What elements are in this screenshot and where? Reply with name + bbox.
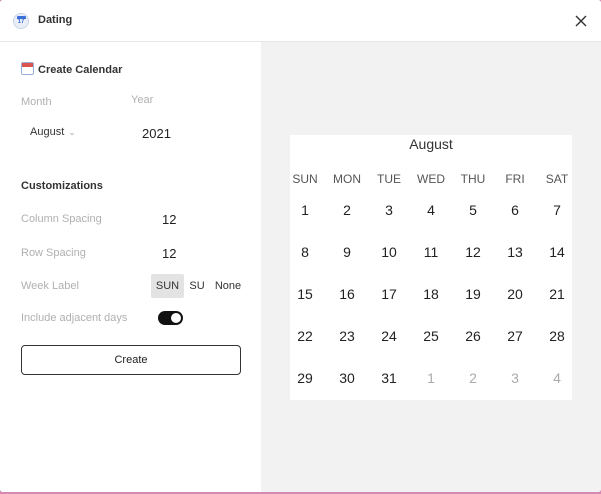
- weekday-header: TUE: [377, 172, 401, 186]
- year-input[interactable]: 2021: [142, 126, 171, 141]
- calendar-month-title: August: [409, 136, 453, 152]
- column-spacing-input[interactable]: 12: [162, 212, 176, 227]
- close-icon: [575, 15, 587, 27]
- day-cell[interactable]: 3: [369, 202, 409, 218]
- day-cell[interactable]: 12: [453, 244, 493, 260]
- day-cell[interactable]: 15: [285, 286, 325, 302]
- settings-panel: Create Calendar Month Year August ⌄ 2021 …: [0, 42, 261, 492]
- day-cell[interactable]: 22: [285, 328, 325, 344]
- day-cell[interactable]: 13: [495, 244, 535, 260]
- weekday-header: MON: [333, 172, 361, 186]
- day-cell[interactable]: 23: [327, 328, 367, 344]
- heading-text: Create Calendar: [38, 64, 123, 76]
- adjacent-days-toggle[interactable]: [158, 311, 183, 325]
- day-cell[interactable]: 27: [495, 328, 535, 344]
- weekday-header: THU: [460, 172, 486, 186]
- day-cell[interactable]: 8: [285, 244, 325, 260]
- adjacent-day-cell[interactable]: 2: [453, 370, 493, 386]
- day-cell[interactable]: 26: [453, 328, 493, 344]
- chevron-down-icon: ⌄: [68, 127, 76, 137]
- close-button[interactable]: [572, 12, 590, 30]
- day-cell[interactable]: 11: [411, 244, 451, 260]
- day-cell[interactable]: 28: [537, 328, 577, 344]
- day-cell[interactable]: 18: [411, 286, 451, 302]
- day-cell[interactable]: 24: [369, 328, 409, 344]
- day-cell[interactable]: 20: [495, 286, 535, 302]
- week-label-option-sun[interactable]: SUN: [151, 274, 184, 298]
- weekday-header: SAT: [545, 172, 569, 186]
- weekday-header: FRI: [505, 172, 525, 186]
- week-label-option-none[interactable]: None: [212, 274, 244, 298]
- day-cell[interactable]: 30: [327, 370, 367, 386]
- adjacent-day-cell[interactable]: 4: [537, 370, 577, 386]
- week-label-option-su[interactable]: SU: [186, 274, 208, 298]
- day-cell[interactable]: 4: [411, 202, 451, 218]
- toggle-knob: [171, 313, 181, 323]
- day-cell[interactable]: 16: [327, 286, 367, 302]
- day-cell[interactable]: 9: [327, 244, 367, 260]
- app-icon-text: 17: [17, 19, 25, 25]
- day-cell[interactable]: 25: [411, 328, 451, 344]
- month-select[interactable]: August ⌄: [30, 126, 76, 138]
- adjacent-day-cell[interactable]: 1: [411, 370, 451, 386]
- day-cell[interactable]: 29: [285, 370, 325, 386]
- adjacent-day-cell[interactable]: 3: [495, 370, 535, 386]
- day-cell[interactable]: 2: [327, 202, 367, 218]
- day-cell[interactable]: 6: [495, 202, 535, 218]
- calendar-app-icon: 17: [13, 13, 29, 29]
- weekday-header: WED: [417, 172, 445, 186]
- row-spacing-label: Row Spacing: [21, 247, 86, 259]
- title-bar: 17 Dating: [0, 0, 601, 42]
- month-select-value: August: [30, 126, 65, 138]
- day-cell[interactable]: 14: [537, 244, 577, 260]
- month-label: Month: [21, 96, 52, 108]
- day-cell[interactable]: 5: [453, 202, 493, 218]
- day-cell[interactable]: 31: [369, 370, 409, 386]
- customizations-heading: Customizations: [21, 180, 103, 192]
- create-calendar-heading: Create Calendar: [21, 62, 122, 76]
- day-cell[interactable]: 17: [369, 286, 409, 302]
- day-cell[interactable]: 10: [369, 244, 409, 260]
- year-label: Year: [131, 94, 154, 106]
- day-cell[interactable]: 1: [285, 202, 325, 218]
- app-window: 17 Dating Create Calendar Month Year Aug…: [0, 0, 601, 492]
- calendar-icon: [21, 62, 34, 75]
- adjacent-days-label: Include adjacent days: [21, 312, 128, 324]
- column-spacing-label: Column Spacing: [21, 213, 102, 225]
- calendar-preview: August SUN MON TUE WED THU FRI SAT 1 2 3 4 5 6 7 8 9 10 1…: [290, 135, 572, 400]
- day-cell[interactable]: 19: [453, 286, 493, 302]
- day-cell[interactable]: 21: [537, 286, 577, 302]
- day-cell[interactable]: 7: [537, 202, 577, 218]
- week-label-label: Week Label: [21, 280, 79, 292]
- weekday-header: SUN: [292, 172, 318, 186]
- create-button[interactable]: Create: [21, 345, 241, 375]
- window-title: Dating: [38, 14, 73, 26]
- row-spacing-input[interactable]: 12: [162, 246, 176, 261]
